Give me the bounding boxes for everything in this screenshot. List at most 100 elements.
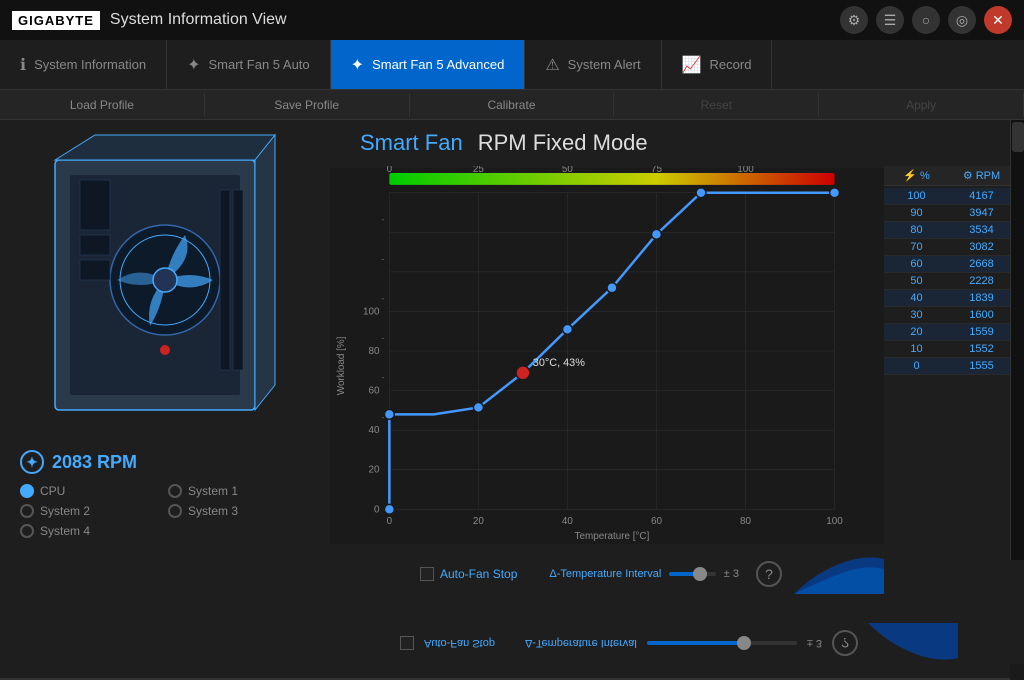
fan-source-system4[interactable]: System 4 <box>20 524 162 538</box>
curve-point-6[interactable] <box>696 188 706 198</box>
temperature-interval-control[interactable]: Δ-Temperature Interval ± 3 <box>549 568 739 580</box>
curve-point-4[interactable] <box>607 283 617 293</box>
svg-text:0: 0 <box>374 504 380 515</box>
bottom-reflection: Auto-Fan Stop Δ-Temperature Interval ± 3… <box>0 605 1010 680</box>
tab-system-info[interactable]: ℹ System Information <box>0 40 167 89</box>
rpm-value-4: 2668 <box>949 256 1014 272</box>
rpm-percent-7: 30 <box>884 307 949 323</box>
settings-button[interactable]: ⚙ <box>840 6 868 34</box>
rpm-row: 0 1555 <box>884 358 1014 375</box>
title-left: GIGABYTE System Information View <box>12 11 287 30</box>
svg-text:30°C, 43%: 30°C, 43% <box>533 357 585 369</box>
help-button[interactable]: ? <box>756 561 782 587</box>
system-alert-icon: ⚠ <box>545 55 559 75</box>
auto-fan-stop-checkbox[interactable] <box>420 567 434 581</box>
rpm-icon: ⚙ <box>963 169 973 182</box>
rpm-header-rpm: ⚙ RPM <box>949 166 1014 185</box>
title-controls: ⚙ ☰ ○ ◎ ✕ <box>840 6 1012 34</box>
tab-system-alert[interactable]: ⚠ System Alert <box>525 40 661 89</box>
rpm-row: 10 1552 <box>884 341 1014 358</box>
rpm-percent-5: 50 <box>884 273 949 289</box>
svg-text:20: 20 <box>473 516 484 527</box>
scrollbar[interactable] <box>1010 120 1024 560</box>
svg-text:80: 80 <box>740 516 751 527</box>
rpm-row: 40 1839 <box>884 290 1014 307</box>
rpm-percent-0: 100 <box>884 188 949 204</box>
curve-point-0[interactable] <box>384 504 394 514</box>
tab-system-info-label: System Information <box>34 57 146 72</box>
interval-slider[interactable] <box>669 572 716 576</box>
rpm-value-3: 3082 <box>949 239 1014 255</box>
percent-icon: ⚡ <box>903 169 917 182</box>
chart-title-mode: RPM Fixed Mode <box>478 130 648 156</box>
rpm-value-6: 1839 <box>949 290 1014 306</box>
fan-sources: CPU System 1 System 2 System 3 System 4 <box>20 484 310 538</box>
curve-point-2[interactable] <box>473 402 483 412</box>
svg-text:40: 40 <box>368 425 379 436</box>
fan-source-system2[interactable]: System 2 <box>20 504 162 518</box>
svg-text:-: - <box>381 412 384 422</box>
list-button[interactable]: ☰ <box>876 6 904 34</box>
rpm-row: 80 3534 <box>884 222 1014 239</box>
system-info-icon: ℹ <box>20 55 26 75</box>
svg-text:60: 60 <box>651 516 662 527</box>
maximize-button[interactable]: ◎ <box>948 6 976 34</box>
curve-point-3[interactable] <box>562 324 572 334</box>
apply-button[interactable]: Apply <box>819 93 1024 117</box>
svg-text:40: 40 <box>562 516 573 527</box>
tab-smart-fan-auto[interactable]: ✦ Smart Fan 5 Auto <box>167 40 331 89</box>
svg-text:-: - <box>381 254 384 264</box>
system2-radio[interactable] <box>20 504 34 518</box>
save-profile-button[interactable]: Save Profile <box>205 93 410 117</box>
cpu-radio[interactable] <box>20 484 34 498</box>
rpm-percent-3: 70 <box>884 239 949 255</box>
bottom-controls: Auto-Fan Stop Δ-Temperature Interval ± 3… <box>360 549 884 599</box>
fan-source-cpu[interactable]: CPU <box>20 484 162 498</box>
load-profile-button[interactable]: Load Profile <box>0 93 205 117</box>
selected-curve-point[interactable] <box>516 366 530 380</box>
svg-text:0: 0 <box>387 166 393 175</box>
rpm-row: 20 1559 <box>884 324 1014 341</box>
rpm-value-1: 3947 <box>949 205 1014 221</box>
fan-source-system3[interactable]: System 3 <box>168 504 310 518</box>
curve-point-7[interactable] <box>830 188 840 198</box>
pc-case-illustration <box>35 130 295 430</box>
rpm-value-9: 1552 <box>949 341 1014 357</box>
app-title: System Information View <box>110 11 287 29</box>
fan-spin-icon: ✦ <box>20 450 44 474</box>
system1-radio[interactable] <box>168 484 182 498</box>
rpm-percent-6: 40 <box>884 290 949 306</box>
curve-point-1[interactable] <box>384 409 394 419</box>
gigabyte-logo: GIGABYTE <box>12 11 100 30</box>
rpm-row: 90 3947 <box>884 205 1014 222</box>
tab-record[interactable]: 📈 Record <box>662 40 773 89</box>
close-button[interactable]: ✕ <box>984 6 1012 34</box>
system4-radio[interactable] <box>20 524 34 538</box>
calibrate-button[interactable]: Calibrate <box>410 93 615 117</box>
svg-text:50: 50 <box>562 166 573 175</box>
svg-text:80: 80 <box>368 346 379 357</box>
interval-value: ± 3 <box>724 568 739 580</box>
reset-button[interactable]: Reset <box>614 93 819 117</box>
tab-smart-fan-advanced[interactable]: ✦ Smart Fan 5 Advanced <box>331 40 526 89</box>
svg-text:100: 100 <box>737 166 754 175</box>
chart-title: Smart Fan RPM Fixed Mode <box>360 130 1014 156</box>
rpm-table-header: ⚡ % ⚙ RPM <box>884 166 1014 186</box>
rpm-value-2: 3534 <box>949 222 1014 238</box>
svg-text:-: - <box>381 333 384 343</box>
curve-point-5[interactable] <box>652 229 662 239</box>
fan-source-system1[interactable]: System 1 <box>168 484 310 498</box>
svg-text:100: 100 <box>363 306 380 317</box>
minimize-button[interactable]: ○ <box>912 6 940 34</box>
rpm-percent-1: 90 <box>884 205 949 221</box>
fan-curve-chart[interactable]: 0 25 50 75 100 <box>330 166 884 546</box>
pc-case-svg <box>35 130 295 430</box>
svg-text:-: - <box>381 214 384 224</box>
rpm-value-7: 1600 <box>949 307 1014 323</box>
chart-container[interactable]: 0 25 50 75 100 <box>330 166 884 654</box>
interval-thumb[interactable] <box>693 567 707 581</box>
tab-record-label: Record <box>710 57 752 72</box>
auto-fan-stop-control[interactable]: Auto-Fan Stop <box>420 567 517 581</box>
fan-wave-svg <box>794 554 884 594</box>
system3-radio[interactable] <box>168 504 182 518</box>
